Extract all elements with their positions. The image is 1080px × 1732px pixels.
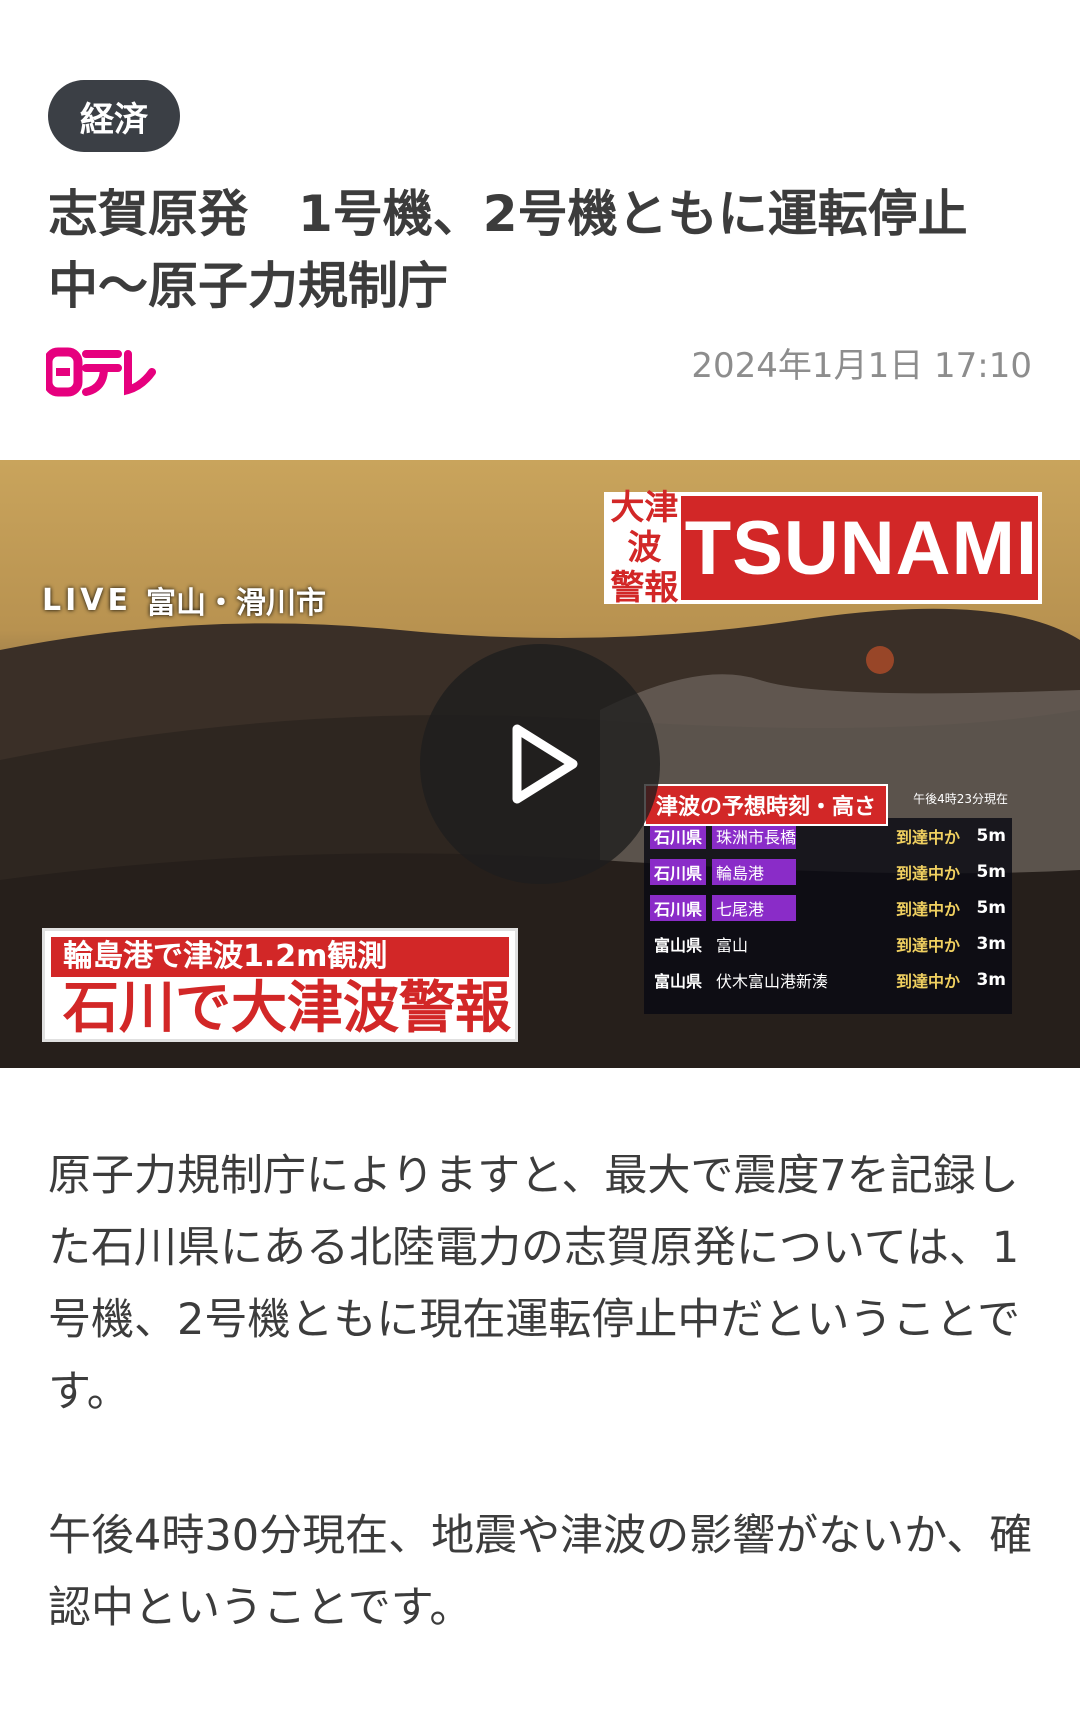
forecast-row: 石川県 七尾港 到達中か 5m bbox=[644, 890, 1012, 926]
forecast-pref: 石川県 bbox=[650, 895, 707, 921]
alert-kanji: 大津波 警報 bbox=[608, 488, 685, 608]
forecast-status: 到達中か bbox=[895, 864, 960, 883]
alert-en: TSUNAMI bbox=[684, 505, 1038, 591]
video-player[interactable]: LIVE 富山・滑川市 大津波 警報 TSUNAMI 津波の予想時刻・高さ 午後… bbox=[0, 460, 1080, 1068]
forecast-place: 富山 bbox=[716, 936, 749, 955]
ntv-logo-icon bbox=[43, 347, 156, 397]
forecast-place: 輪島港 bbox=[712, 859, 797, 885]
forecast-status: 到達中か bbox=[895, 972, 960, 991]
forecast-place: 珠洲市長橋 bbox=[712, 823, 797, 849]
publish-date: 2024年1月1日 17:10 bbox=[691, 346, 1032, 386]
forecast-row: 富山県 伏木富山港新湊 到達中か 3m bbox=[644, 962, 1012, 998]
forecast-note: 午後4時23分現在 bbox=[913, 792, 1008, 806]
article-title: 志賀原発 1号機、2号機ともに運転停止中〜原子力規制庁 bbox=[48, 185, 968, 315]
forecast-pref: 石川県 bbox=[650, 823, 707, 849]
forecast-title: 津波の予想時刻・高さ bbox=[644, 784, 889, 826]
forecast-height: 5m bbox=[976, 862, 1006, 882]
forecast-row: 石川県 輪島港 到達中か 5m bbox=[644, 854, 1012, 890]
forecast-place: 七尾港 bbox=[712, 895, 797, 921]
forecast-height: 5m bbox=[976, 826, 1006, 846]
forecast-height: 3m bbox=[976, 970, 1006, 990]
paragraph: 午後4時30分現在、地震や津波の影響がないか、確認中ということです。 bbox=[48, 1511, 1033, 1633]
play-button[interactable] bbox=[420, 644, 660, 884]
source-logo[interactable] bbox=[43, 346, 156, 400]
forecast-status: 到達中か bbox=[895, 936, 960, 955]
forecast-height: 3m bbox=[976, 934, 1006, 954]
live-indicator: LIVE 富山・滑川市 bbox=[42, 578, 326, 622]
caption-top: 輪島港で津波1.2m観測 bbox=[51, 937, 509, 977]
article-body: 原子力規制庁によりますと、最大で震度7を記録した石川県にある北陸電力の志賀原発に… bbox=[48, 1140, 1038, 1716]
play-icon bbox=[512, 724, 578, 804]
live-label: LIVE bbox=[42, 582, 132, 618]
forecast-pref: 富山県 bbox=[654, 972, 703, 991]
tsunami-alert-banner: 大津波 警報 TSUNAMI bbox=[604, 488, 1042, 608]
forecast-status: 到達中か bbox=[895, 900, 960, 919]
forecast-pref: 石川県 bbox=[650, 859, 707, 885]
forecast-pref: 富山県 bbox=[654, 936, 703, 955]
caption-main: 石川で大津波警報 bbox=[63, 976, 511, 1041]
forecast-place: 伏木富山港新湊 bbox=[716, 972, 829, 991]
location-label: 富山・滑川市 bbox=[146, 586, 326, 621]
forecast-status: 到達中か bbox=[895, 828, 960, 847]
paragraph: 原子力規制庁によりますと、最大で震度7を記録した石川県にある北陸電力の志賀原発に… bbox=[48, 1151, 1021, 1417]
forecast-row: 富山県 富山 到達中か 3m bbox=[644, 926, 1012, 962]
tsunami-forecast-table: 津波の予想時刻・高さ 午後4時23分現在 石川県 珠洲市長橋 到達中か 5m 石川県 輪島… bbox=[644, 784, 1012, 1014]
forecast-height: 5m bbox=[976, 898, 1006, 918]
news-caption: 輪島港で津波1.2m観測 石川で大津波警報 bbox=[42, 928, 518, 1042]
category-tag[interactable]: 経済 bbox=[48, 80, 180, 152]
